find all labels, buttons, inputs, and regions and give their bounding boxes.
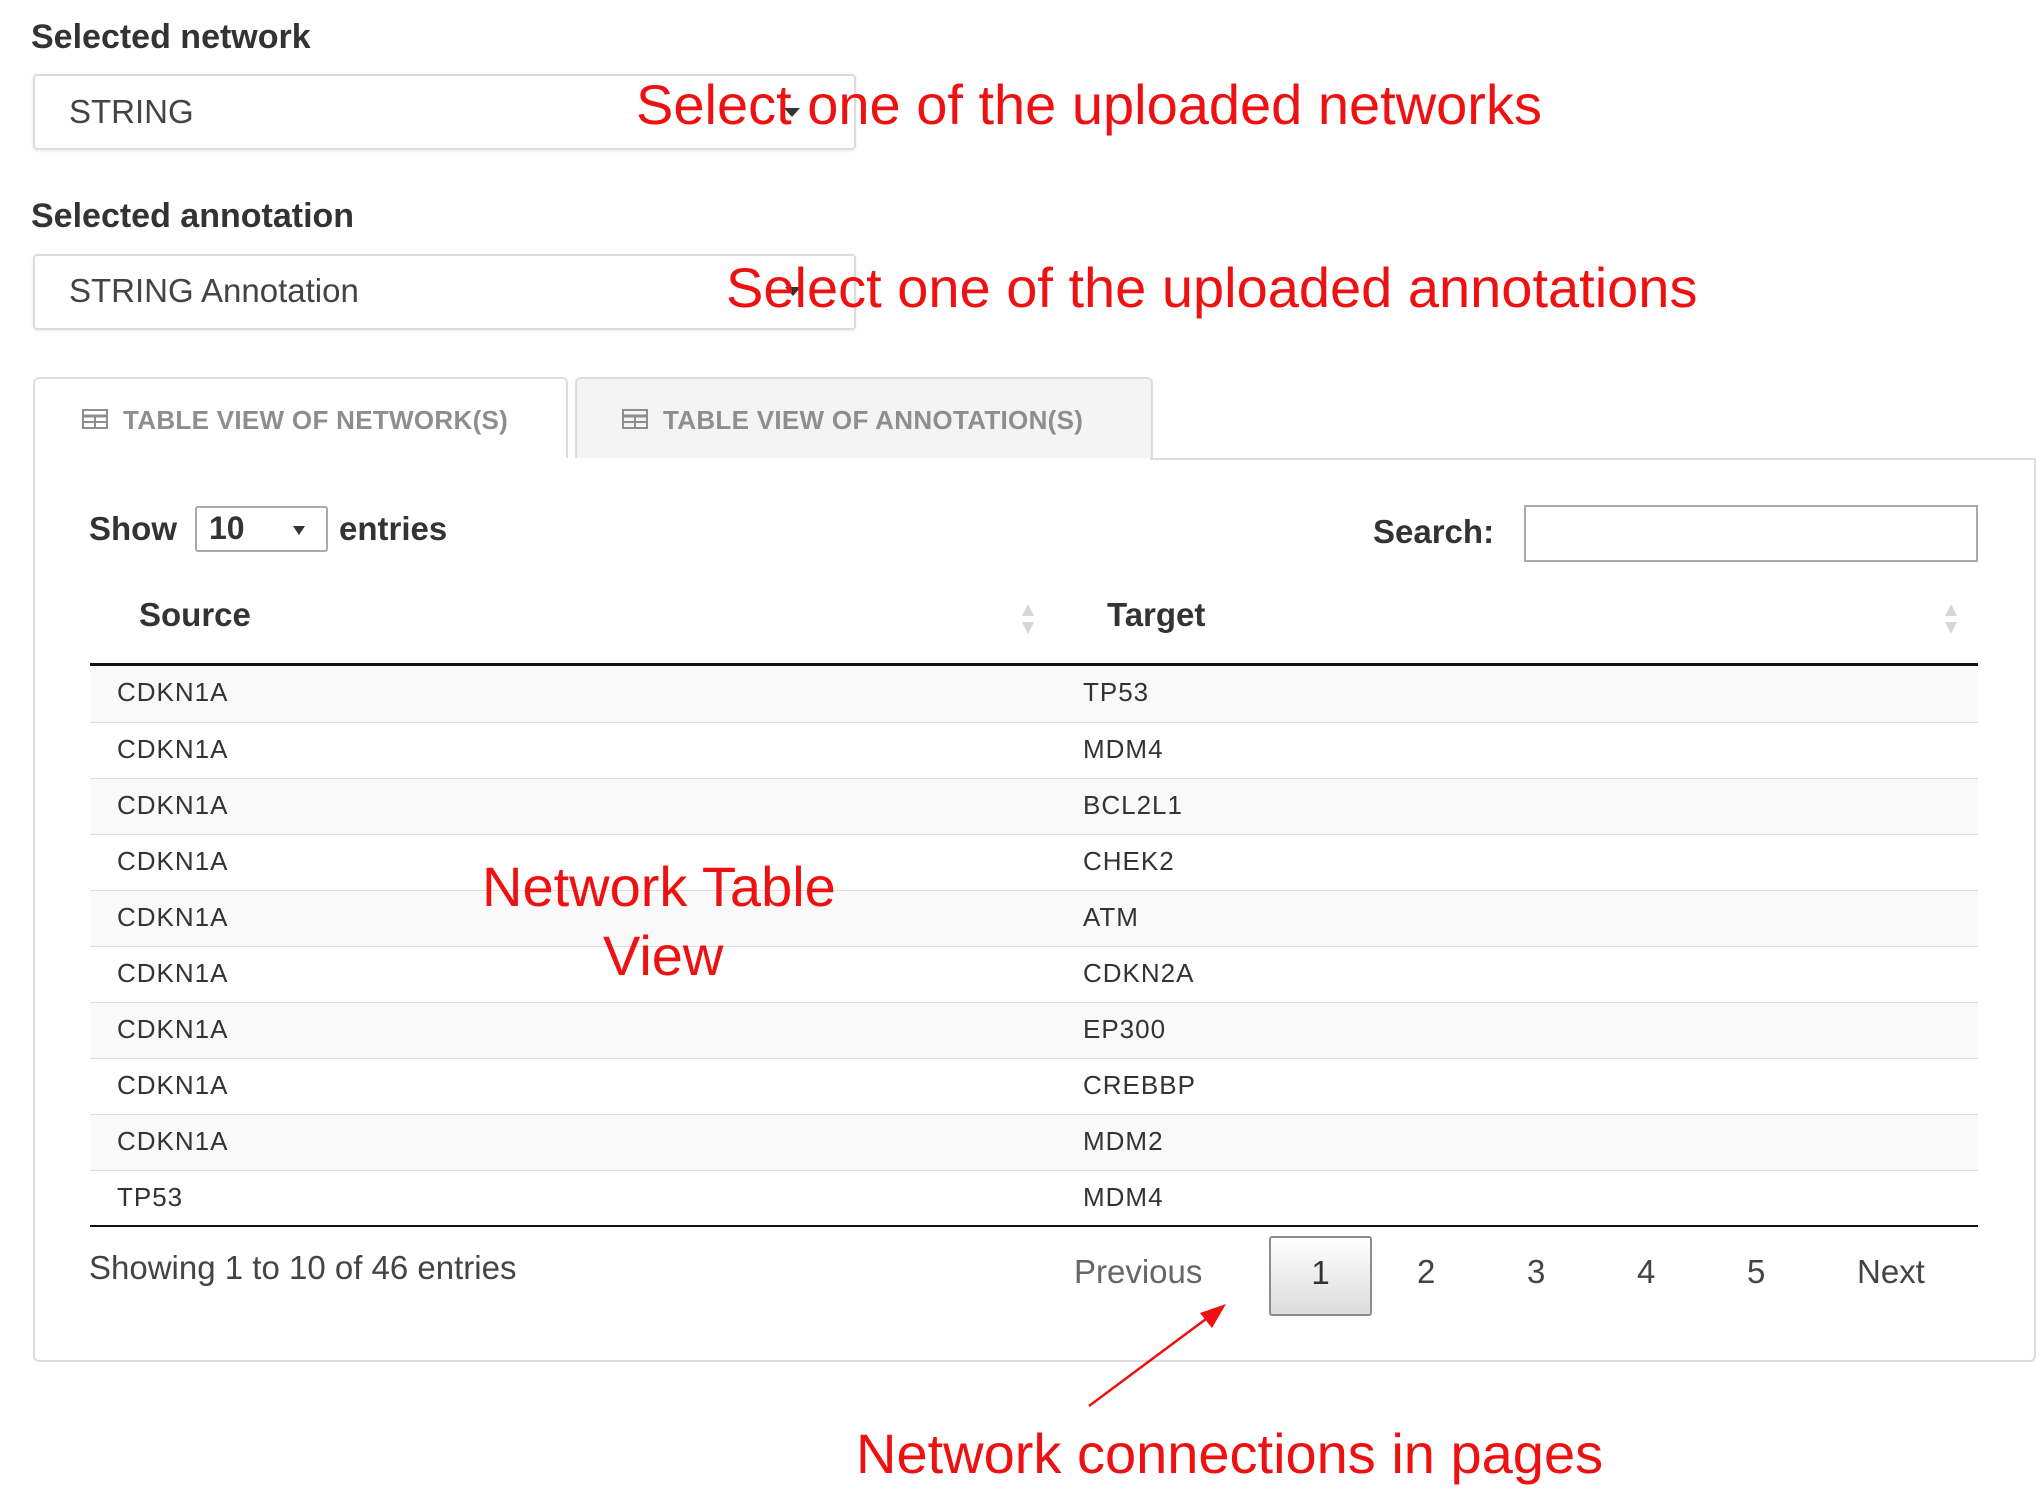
table-row[interactable]: CDKN1A CDKN2A: [90, 946, 1978, 1002]
target-cell: CHEK2: [1083, 846, 1175, 876]
network-select-value: STRING: [69, 93, 194, 130]
table-callout-line1: Network Table: [482, 855, 836, 918]
source-cell: TP53: [117, 1182, 184, 1212]
annotation-select-value: STRING Annotation: [69, 272, 359, 309]
search-label: Search:: [1373, 513, 1495, 550]
pagination-callout: Network connections in pages: [856, 1422, 1604, 1485]
target-cell: MDM4: [1083, 734, 1164, 764]
source-cell: CDKN1A: [117, 1014, 229, 1044]
target-cell: ATM: [1083, 902, 1139, 932]
page-2-button[interactable]: 2: [1417, 1253, 1435, 1291]
source-cell: CDKN1A: [117, 734, 229, 764]
page-length-select[interactable]: 10: [195, 506, 328, 552]
source-cell: CDKN1A: [117, 1070, 229, 1100]
annotation-select-label: Selected annotation: [31, 197, 355, 235]
table-row[interactable]: TP53 MDM4: [90, 1170, 1978, 1226]
table-info: Showing 1 to 10 of 46 entries: [89, 1249, 517, 1286]
callout-arrow-icon: [1088, 1304, 1226, 1408]
table-row[interactable]: CDKN1A BCL2L1: [90, 778, 1978, 834]
page-3-button[interactable]: 3: [1527, 1253, 1545, 1291]
source-cell: CDKN1A: [117, 790, 229, 820]
table-row[interactable]: CDKN1A EP300: [90, 1002, 1978, 1058]
page-1-label: 1: [1311, 1254, 1330, 1291]
page-length-value: 10: [209, 510, 245, 546]
next-button[interactable]: Next: [1857, 1253, 1925, 1291]
table-footer-divider: [90, 1225, 1978, 1227]
table-row[interactable]: CDKN1A CREBBP: [90, 1058, 1978, 1114]
table-row[interactable]: CDKN1A MDM4: [90, 722, 1978, 778]
search-input[interactable]: [1524, 505, 1978, 562]
target-cell: EP300: [1083, 1014, 1167, 1044]
table-callout-line2: View: [603, 924, 724, 987]
table-row[interactable]: CDKN1A ATM: [90, 890, 1978, 946]
page-1-button[interactable]: 1: [1269, 1236, 1372, 1316]
source-cell: CDKN1A: [117, 677, 229, 707]
annotation-select-callout: Select one of the uploaded annotations: [726, 256, 1698, 319]
target-cell: MDM2: [1083, 1126, 1164, 1156]
tab-network-table-label: TABLE VIEW OF NETWORK(S): [123, 405, 509, 435]
source-cell: CDKN1A: [117, 846, 229, 876]
table-icon: [622, 409, 648, 429]
page-4-button[interactable]: 4: [1637, 1253, 1655, 1291]
sort-icon[interactable]: [1021, 602, 1035, 636]
table-icon: [82, 409, 108, 429]
source-cell: CDKN1A: [117, 958, 229, 988]
page-5-button[interactable]: 5: [1747, 1253, 1765, 1291]
show-label: Show: [89, 510, 177, 547]
tab-annotation-table-label: TABLE VIEW OF ANNOTATION(S): [663, 405, 1084, 435]
network-select-label: Selected network: [31, 18, 311, 56]
target-cell: MDM4: [1083, 1182, 1164, 1212]
target-cell: BCL2L1: [1083, 790, 1183, 820]
chevron-down-icon: [293, 526, 305, 535]
column-header-target[interactable]: Target: [1107, 596, 1205, 634]
previous-button[interactable]: Previous: [1074, 1253, 1202, 1291]
sort-icon[interactable]: [1944, 602, 1958, 636]
network-select-callout: Select one of the uploaded networks: [636, 73, 1542, 136]
target-cell: CREBBP: [1083, 1070, 1196, 1100]
tab-panel-top-border: [1150, 458, 2036, 460]
column-header-source[interactable]: Source: [139, 596, 251, 634]
table-row[interactable]: CDKN1A CHEK2: [90, 834, 1978, 890]
source-cell: CDKN1A: [117, 902, 229, 932]
tab-network-table[interactable]: TABLE VIEW OF NETWORK(S): [33, 377, 568, 462]
target-cell: TP53: [1083, 677, 1150, 707]
entries-label: entries: [339, 510, 448, 547]
tab-annotation-table[interactable]: TABLE VIEW OF ANNOTATION(S): [575, 377, 1153, 460]
source-cell: CDKN1A: [117, 1126, 229, 1156]
table-row[interactable]: CDKN1A MDM2: [90, 1114, 1978, 1170]
table-row[interactable]: CDKN1A TP53: [90, 666, 1978, 722]
target-cell: CDKN2A: [1083, 958, 1195, 988]
